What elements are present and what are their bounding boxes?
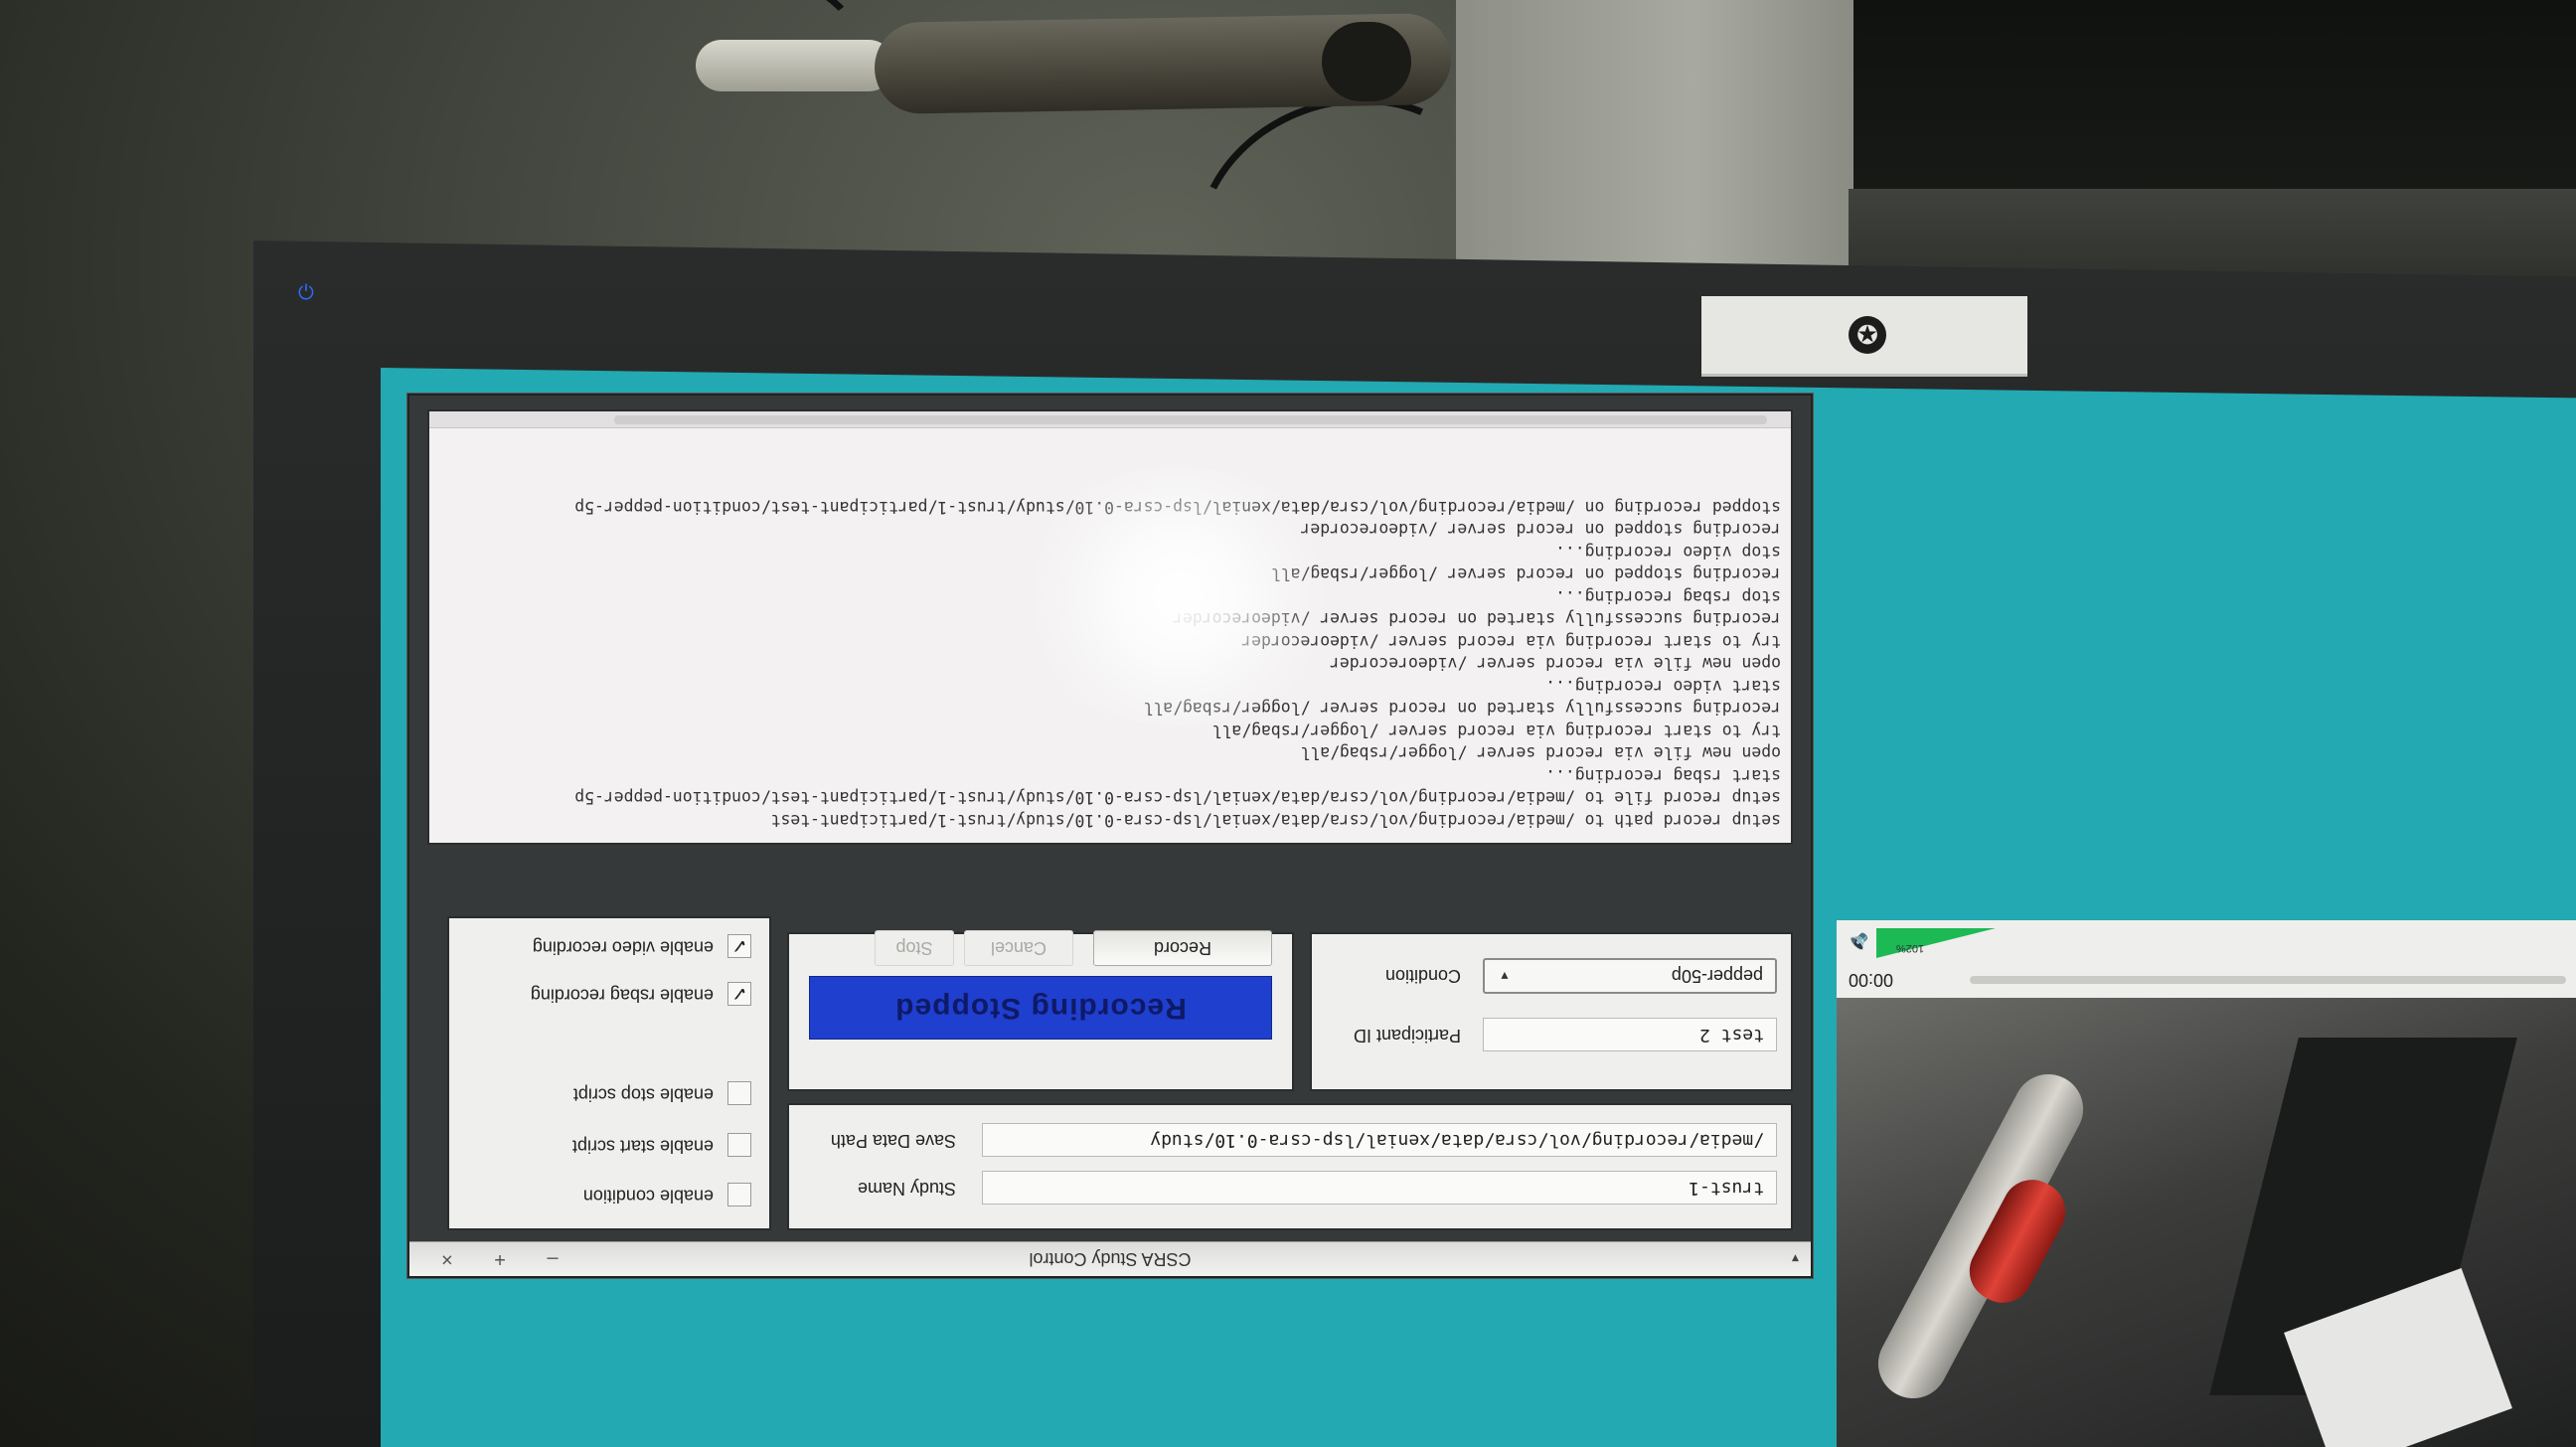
stop-script-checkbox[interactable] [727, 1081, 751, 1105]
window-menu-icon[interactable]: ▾ [1792, 1242, 1799, 1276]
option-condition[interactable]: enable condition [583, 1177, 751, 1206]
log-horizontal-scrollbar[interactable] [429, 411, 1791, 428]
study-control-window: ▾ CSRA Study Control – + × trust-1 Study… [407, 394, 1813, 1278]
recording-status-banner: Recording Stopped [809, 976, 1272, 1040]
sensor-tip [696, 40, 894, 91]
option-stop-script[interactable]: enable stop script [573, 1075, 751, 1105]
video-player: 00:00 102% 🔈 [1837, 920, 2576, 1447]
window-titlebar[interactable]: ▾ CSRA Study Control – + × [409, 1241, 1811, 1276]
log-line: recording successfully started on record… [1143, 699, 1781, 719]
record-button[interactable]: Record [1093, 930, 1272, 966]
volume-slider[interactable] [1876, 928, 1996, 958]
window-controls[interactable]: – + × [423, 1242, 559, 1276]
log-line: stop rsbag recording... [1555, 587, 1781, 606]
log-line: open new file via record server /logger/… [1300, 743, 1781, 763]
top-panel: ✪ [1701, 296, 2027, 377]
log-line: recording stopped on record server /vide… [1300, 520, 1781, 540]
desk-panel [1456, 0, 1853, 288]
stop-button[interactable]: Stop [875, 930, 954, 966]
participant-id-input[interactable]: test 2 [1483, 1018, 1777, 1051]
log-line: recording successfully started on record… [1173, 609, 1781, 629]
study-name-input[interactable]: trust-1 [982, 1171, 1777, 1205]
option-video[interactable]: ✓enable video recording [533, 928, 751, 958]
video-feed [1837, 998, 2576, 1447]
log-line: recording stopped on record server /logg… [1270, 564, 1781, 584]
sensor-cap [1322, 22, 1411, 101]
log-line: start video recording... [1545, 677, 1781, 696]
seek-bar[interactable] [1970, 976, 2566, 984]
study-group: trust-1 Study Name /media/recording/vol/… [787, 1103, 1793, 1230]
log-line: try to start recording via record server… [1211, 722, 1781, 740]
steering-wheel-icon[interactable]: ✪ [1849, 316, 1886, 354]
playback-time: 00:00 [1849, 970, 1894, 990]
log-line: stop video recording... [1555, 543, 1781, 562]
condition-select[interactable]: pepper-50p ▼ [1483, 958, 1777, 994]
log-line: setup record path to /media/recording/vo… [770, 811, 1781, 830]
log-output[interactable]: setup record path to /media/recording/vo… [427, 409, 1793, 845]
option-rsbag[interactable]: ✓enable rsbag recording [531, 976, 751, 1006]
window-title: CSRA Study Control [1029, 1249, 1192, 1269]
power-icon: ⏻ [298, 282, 314, 304]
condition-checkbox[interactable] [727, 1183, 751, 1206]
video-checkbox[interactable]: ✓ [727, 934, 751, 958]
save-path-label: Save Data Path [830, 1131, 956, 1151]
participant-group: test 2 Participant ID pepper-50p ▼ Condi… [1310, 932, 1793, 1091]
video-object [1865, 1061, 2096, 1411]
participant-id-label: Participant ID [1353, 1026, 1461, 1045]
save-path-input[interactable]: /media/recording/vol/csra/data/xenial/ls… [982, 1123, 1777, 1157]
log-line: stopped recording on /media/recording/vo… [574, 498, 1781, 517]
log-line: setup record file to /media/recording/vo… [574, 788, 1781, 808]
log-line: try to start recording via record server… [1241, 632, 1781, 651]
cancel-button[interactable]: Cancel [964, 930, 1073, 966]
log-line: start rsbag recording... [1545, 766, 1781, 785]
scrollbar-thumb[interactable] [614, 415, 1767, 424]
volume-fill [1876, 928, 1996, 958]
chevron-down-icon: ▼ [1499, 969, 1511, 983]
options-group: ✓enable video recording ✓enable rsbag re… [447, 916, 771, 1230]
speaker-icon[interactable]: 🔈 [1845, 931, 1869, 956]
start-script-checkbox[interactable] [727, 1133, 751, 1157]
rsbag-checkbox[interactable]: ✓ [727, 982, 751, 1006]
log-line: open new file via record server /videore… [1330, 654, 1781, 674]
volume-percent: 102% [1896, 942, 1925, 954]
study-name-label: Study Name [857, 1179, 956, 1199]
recording-group: Recording Stopped Record Cancel Stop [787, 930, 1294, 1091]
player-controls: 00:00 102% 🔈 [1837, 920, 2576, 998]
condition-label: Condition [1384, 966, 1461, 986]
option-start-script[interactable]: enable start script [572, 1127, 751, 1157]
